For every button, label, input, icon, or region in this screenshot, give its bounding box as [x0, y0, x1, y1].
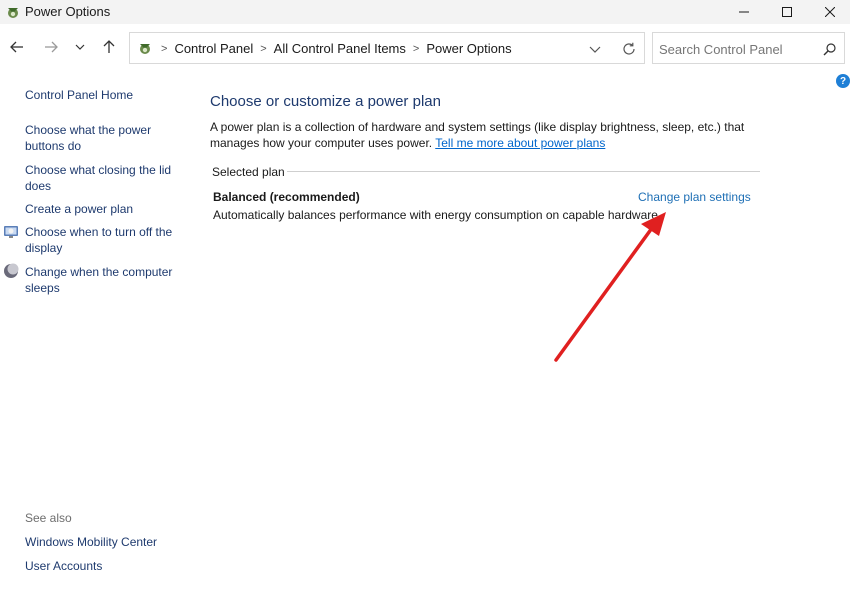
- sidebar-item-display-off[interactable]: Choose when to turn off the display: [25, 224, 175, 256]
- arrow-left-icon: [10, 41, 23, 53]
- breadcrumb-all-items[interactable]: All Control Panel Items: [274, 41, 406, 56]
- chevron-down-icon: [589, 46, 601, 53]
- sidebar-item-create-plan[interactable]: Create a power plan: [25, 201, 133, 217]
- sidebar-item-computer-sleeps[interactable]: Change when the computer sleeps: [25, 264, 175, 296]
- arrow-up-icon: [103, 40, 115, 53]
- learn-more-link[interactable]: Tell me more about power plans: [435, 136, 605, 150]
- search-input[interactable]: [659, 39, 809, 59]
- display-icon: [4, 226, 18, 238]
- breadcrumb-power-options[interactable]: Power Options: [426, 41, 511, 56]
- sidebar-item-control-panel-home[interactable]: Control Panel Home: [25, 87, 133, 103]
- page-title: Choose or customize a power plan: [210, 93, 441, 110]
- close-icon: [825, 7, 835, 17]
- annotation-arrow: [554, 212, 666, 362]
- sidebar-item-closing-lid[interactable]: Choose what closing the lid does: [25, 162, 175, 194]
- sleep-moon-icon: [4, 263, 19, 278]
- chevron-down-icon: [75, 44, 85, 50]
- search-box[interactable]: [652, 32, 845, 64]
- navigation-bar: > Control Panel > All Control Panel Item…: [0, 24, 850, 72]
- breadcrumb: > Control Panel > All Control Panel Item…: [161, 41, 512, 56]
- back-button[interactable]: [6, 36, 28, 58]
- see-also-heading: See also: [25, 511, 72, 525]
- address-bar[interactable]: > Control Panel > All Control Panel Item…: [129, 32, 645, 64]
- sidebar-item-power-buttons[interactable]: Choose what the power buttons do: [25, 122, 165, 154]
- plan-name: Balanced (recommended): [213, 190, 360, 204]
- forward-button[interactable]: [40, 36, 62, 58]
- control-panel-icon: [140, 44, 150, 54]
- refresh-button[interactable]: [619, 39, 639, 59]
- arrow-right-icon: [45, 41, 58, 53]
- power-options-window: Power Options > Control Panel > All Cont…: [0, 0, 850, 589]
- sidebar: Control Panel Home Choose what the power…: [0, 72, 190, 589]
- maximize-icon: [782, 7, 792, 17]
- close-button[interactable]: [808, 0, 850, 24]
- title-bar: Power Options: [0, 0, 850, 24]
- maximize-button[interactable]: [765, 0, 809, 24]
- search-icon[interactable]: [820, 40, 838, 58]
- section-divider: [287, 171, 760, 172]
- window-title: Power Options: [25, 4, 111, 19]
- minimize-button[interactable]: [722, 0, 766, 24]
- recent-locations-button[interactable]: [69, 36, 91, 58]
- address-history-button[interactable]: [586, 40, 604, 58]
- sidebar-item-mobility-center[interactable]: Windows Mobility Center: [25, 534, 157, 550]
- refresh-icon: [623, 42, 635, 55]
- help-button[interactable]: ?: [836, 74, 850, 88]
- breadcrumb-separator: >: [161, 42, 168, 55]
- breadcrumb-control-panel[interactable]: Control Panel: [174, 41, 253, 56]
- breadcrumb-separator[interactable]: >: [260, 43, 266, 55]
- breadcrumb-separator[interactable]: >: [413, 43, 419, 55]
- minimize-icon: [739, 11, 749, 13]
- sidebar-item-user-accounts[interactable]: User Accounts: [25, 558, 102, 574]
- up-button[interactable]: [98, 36, 120, 58]
- selected-plan-heading: Selected plan: [212, 165, 285, 179]
- power-options-icon: [8, 8, 18, 18]
- page-description: A power plan is a collection of hardware…: [210, 119, 780, 151]
